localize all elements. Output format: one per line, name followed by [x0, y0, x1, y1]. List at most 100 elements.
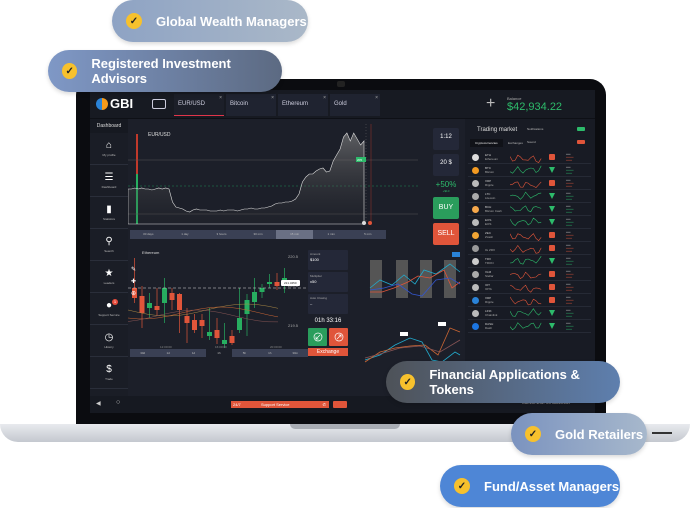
coin-row[interactable]: ZEC Zcash ━━━ ━━━━━ ━━━━ [468, 229, 591, 242]
coin-name: Stellar [485, 274, 494, 278]
stat-tag [400, 332, 408, 336]
sell-button[interactable]: SELL [433, 223, 459, 245]
timeframe-option[interactable]: 30 min [240, 230, 277, 239]
timeframe-option[interactable]: 1d [155, 349, 180, 357]
time-stepper[interactable]: 1:12 [433, 128, 459, 150]
sidebar-item-search[interactable]: ⚲ Search [90, 229, 128, 261]
coin-row[interactable]: EOS EOS ━━━ ━━━━━ ━━━━ [468, 216, 591, 229]
field-value: – [310, 301, 313, 306]
trade-controls: 1:12 20 $ +50% +$10 BUY SELL [433, 128, 459, 245]
badge-label: Gold Retailers [555, 426, 644, 442]
auto-closing-field[interactable]: Auto Closing – [308, 294, 348, 314]
coin-row[interactable]: BCH Bitcoin Cash ━━━ ━━━━━ ━━━━ [468, 203, 591, 216]
candle-svg: ✎✚⊕12:00:00 16:00:00 20:00:00 [128, 258, 306, 349]
amount-stepper[interactable]: 20 $ [433, 154, 459, 176]
candlestick-chart[interactable]: ✎ ✚ ⊕ 12:00:00 16:00:00 20:00:00 Ethereum 220… [128, 248, 308, 353]
add-tab-button[interactable]: + [486, 95, 495, 113]
sidebar-item-dashboard[interactable]: ☰ Dashboard [90, 165, 128, 197]
close-icon[interactable]: × [375, 95, 378, 101]
sidebar-item-statistics[interactable]: ▮ Statistics [90, 197, 128, 229]
timeframe-option[interactable]: 5 min [349, 230, 386, 239]
coin-row[interactable]: XRP Ripple ━━━ ━━━━━ ━━━━ [468, 294, 591, 307]
notification-badge: 1 [112, 299, 118, 305]
sidebar-title: Dashboard [90, 119, 128, 133]
timeframe-option[interactable]: 30d [130, 349, 155, 357]
timeframe-option[interactable]: 3 hours [203, 230, 240, 239]
exchange-button[interactable]: Exchange [308, 348, 348, 356]
drawing-tool-icon[interactable]: ⊕ [131, 291, 136, 297]
tab-eur-usd[interactable]: EUR/USD × [174, 94, 224, 116]
coin-row[interactable]: ETH Ethereum ━━━ ━━━━━ ━━━━ [468, 151, 591, 164]
multiplier-field[interactable]: Multiplier x50 [308, 272, 348, 292]
camera [337, 81, 345, 87]
tab-cryptocurrencies[interactable]: Cryptocurrencies [470, 139, 503, 147]
buy-button[interactable]: BUY [433, 197, 459, 219]
badge-label: Global Wealth Managers [156, 13, 307, 29]
coin-name: Chainlink [485, 313, 498, 317]
sidebar-item-label: History [104, 345, 114, 349]
sparkline [510, 256, 542, 265]
timeframe-option-selected[interactable]: 15 min [276, 230, 313, 239]
time-value: 1:12 [440, 134, 452, 140]
logo[interactable]: GBI [96, 96, 133, 111]
sidebar-item-my-profile[interactable]: ⌂ My profile [90, 133, 128, 165]
notifications-toggle[interactable] [577, 127, 585, 131]
trading-market-panel: Trading market Notifications Sound Crypt… [465, 119, 595, 396]
sidebar-item-leaders[interactable]: ★ Leaders [90, 261, 128, 293]
timeframe-option[interactable]: 1h [257, 349, 282, 357]
sidebar-item-history[interactable]: ◷ History [90, 325, 128, 357]
trend-down-arrow-icon [549, 323, 555, 329]
field-label: Auto Closing [310, 296, 328, 300]
timeframe-option[interactable]: 1 min [313, 230, 350, 239]
stat-tag [438, 322, 446, 326]
mail-icon[interactable] [333, 401, 347, 408]
top-bar: GBI EUR/USD × Bitcoin × Ethereum × Gold × + … [90, 90, 595, 119]
sidebar-item-support[interactable]: ● 1 Support Service [90, 293, 128, 325]
sidebar-item-trade[interactable]: $ Trade [90, 357, 128, 389]
support-service-button[interactable]: 24/7 Support Service ✆ [231, 401, 329, 408]
tab-exchanges[interactable]: Exchanges [503, 139, 528, 147]
tab-gold[interactable]: Gold × [330, 94, 380, 116]
tab-ethereum[interactable]: Ethereum × [278, 94, 328, 116]
timeframe-option[interactable]: 30m [283, 349, 308, 357]
timeframe-option[interactable]: 5h [232, 349, 257, 357]
sound-toggle[interactable] [577, 140, 585, 144]
field-value: x50 [310, 279, 317, 284]
coin-row[interactable]: LINK Chainlink ━━━ ━━━━━ ━━━━ [468, 307, 591, 320]
up-arrow-button[interactable] [329, 328, 348, 346]
close-icon[interactable]: × [323, 95, 326, 101]
coin-row[interactable]: BTC Bitcoin ━━━ ━━━━━ ━━━━ [468, 164, 591, 177]
trend-badge-icon [549, 245, 555, 251]
close-icon[interactable]: × [271, 95, 274, 101]
drawing-tool-icon[interactable]: ✚ [131, 278, 136, 285]
stat-line [364, 337, 461, 363]
trend-down-arrow-icon [549, 258, 555, 264]
trend-down-arrow-icon [549, 193, 555, 199]
price-info: ━━━ ━━━━━ ━━━━ [566, 283, 574, 292]
coin-row[interactable]: 0x ZRX ━━━ ━━━━━ ━━━━ [468, 242, 591, 255]
selected-period[interactable] [452, 252, 460, 257]
settings-icon[interactable]: ○ [116, 399, 120, 406]
timeframe-option[interactable]: 30 days [130, 230, 167, 239]
timeframe-option-selected[interactable]: 1h [206, 349, 232, 357]
timeframe-option[interactable]: 1d [181, 349, 206, 357]
timeframe-option[interactable]: 1 day [167, 230, 204, 239]
monitor-icon[interactable] [152, 99, 166, 109]
coin-row[interactable]: TRX TRON ━━━ ━━━━━ ━━━━ [468, 255, 591, 268]
coin-row[interactable]: XRP Ripple ━━━ ━━━━━ ━━━━ [468, 177, 591, 190]
coin-row[interactable]: DASH Dash ━━━ ━━━━━ ━━━━ [468, 320, 591, 333]
bar-chart-icon: ▮ [106, 204, 112, 215]
coin-row[interactable]: IOT IOTA ━━━ ━━━━━ ━━━━ [468, 281, 591, 294]
amount-field[interactable]: Amount $100 [308, 250, 348, 270]
close-icon[interactable]: × [219, 95, 222, 101]
trend-badge-icon [549, 232, 555, 238]
stat-line [364, 327, 461, 363]
down-arrow-button[interactable] [308, 328, 327, 346]
tab-bitcoin[interactable]: Bitcoin × [226, 94, 276, 116]
coin-row[interactable]: LTC Litecoin ━━━ ━━━━━ ━━━━ [468, 190, 591, 203]
volume-icon[interactable]: ◀ [96, 400, 101, 407]
coin-row[interactable]: XLM Stellar ━━━ ━━━━━ ━━━━ [468, 268, 591, 281]
price-info: ━━━ ━━━━━ ━━━━ [566, 179, 574, 188]
drawing-tool-icon[interactable]: ✎ [131, 266, 136, 273]
main-price-chart[interactable]: 205 EUR/USD [128, 119, 418, 230]
